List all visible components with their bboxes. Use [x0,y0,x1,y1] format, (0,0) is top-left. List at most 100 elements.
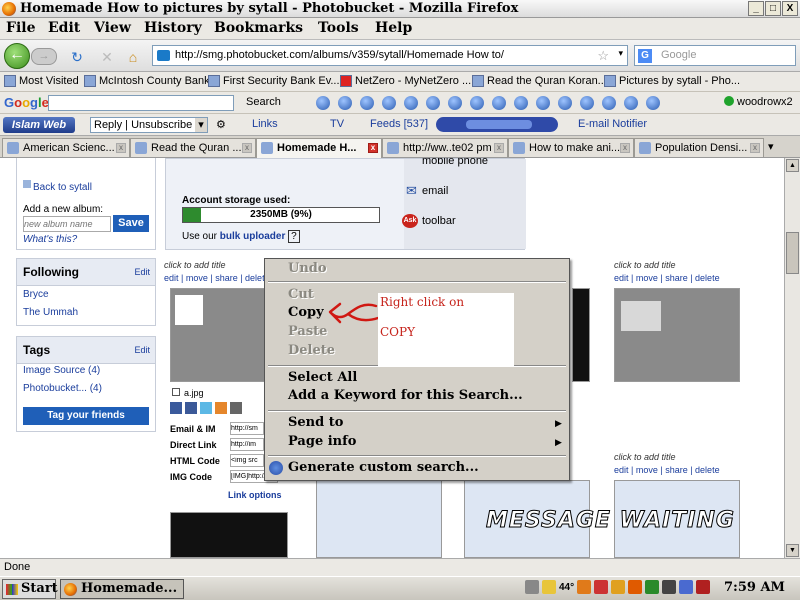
bookmark-first-security[interactable]: First Security Bank Ev... [208,75,340,87]
photo-thumbnail[interactable] [316,480,442,558]
url-bar[interactable]: http://smg.photobucket.com/albums/v359/s… [152,45,628,66]
facebook-icon[interactable] [185,402,197,414]
tab-read-quran[interactable]: Read the Quran ... x [130,138,256,157]
menu-generate-custom-search[interactable]: Generate custom search... [288,460,479,475]
maximize-button[interactable]: □ [765,1,781,16]
toolbar-globe-icon[interactable] [580,96,594,110]
tag-item[interactable]: Image Source (4) [23,365,100,376]
google-toolbar-input[interactable] [48,95,234,111]
photo-title[interactable]: click to add title [614,452,740,462]
google-search-button[interactable]: Search [246,96,281,108]
toolbar-globe-icon[interactable] [470,96,484,110]
forward-button[interactable]: → [31,48,57,65]
following-edit-link[interactable]: Edit [134,267,150,277]
following-item[interactable]: The Ummah [23,307,78,318]
list-all-tabs-icon[interactable]: ▾ [768,140,774,153]
start-button[interactable]: Start [2,579,58,599]
tray-icon[interactable] [679,580,694,594]
photo-actions[interactable]: edit | move | share | delete [614,465,740,475]
menu-edit[interactable]: Edit [48,20,80,36]
toolbar-globe-icon[interactable] [316,96,330,110]
toolbar-globe-icon[interactable] [404,96,418,110]
islamweb-logo[interactable]: Islam Web 2.0 [3,117,75,147]
scrollbar-thumb[interactable] [786,232,799,274]
menu-select-all[interactable]: Select All [288,370,357,385]
close-tab-icon[interactable]: x [116,143,126,153]
toolbar-globe-icon[interactable] [602,96,616,110]
close-tab-icon[interactable]: x [620,143,630,153]
menu-help[interactable]: Help [375,20,412,36]
toolbar-globe-icon[interactable] [536,96,550,110]
reply-unsubscribe-select[interactable]: Reply | Unsubscribe [90,117,208,133]
menu-history[interactable]: History [144,20,202,36]
tray-icon[interactable] [628,580,643,594]
media-progress-track[interactable] [466,120,532,129]
minimize-button[interactable]: _ [748,1,764,16]
google-search-engine-icon[interactable]: G [638,49,652,63]
scroll-down-arrow[interactable]: ▼ [786,544,799,557]
link-options-link[interactable]: Link options [228,490,282,500]
myspace-icon[interactable] [170,402,182,414]
toolbar-globe-icon[interactable] [558,96,572,110]
photo-thumbnail[interactable] [614,288,740,382]
toolbar-globe-icon[interactable] [360,96,374,110]
menu-add-keyword[interactable]: Add a Keyword for this Search... [288,388,523,403]
help-tray-icon[interactable] [525,580,539,594]
media-player-bar[interactable] [436,117,558,132]
menu-file[interactable]: File [6,20,35,36]
toolbar-globe-icon[interactable] [646,96,660,110]
taskbar-firefox-item[interactable]: Homemade... [60,579,184,599]
tag-your-friends-button[interactable]: Tag your friends [23,407,149,425]
tab-http-te02[interactable]: http://ww..te02 pm x [382,138,508,157]
toolbar-globe-icon[interactable] [448,96,462,110]
settings-gear-icon[interactable]: ⚙ [216,118,226,131]
menu-copy[interactable]: Copy [288,305,324,320]
bookmark-mcintosh-bank[interactable]: McIntosh County Bank [84,75,210,87]
search-input[interactable]: G Google [634,45,796,66]
album-name-input[interactable] [23,216,111,232]
option-toolbar[interactable]: toolbar [422,215,456,227]
photo-actions[interactable]: edit | move | share | delete [614,273,740,283]
more-share-icon[interactable] [230,402,242,414]
home-icon[interactable]: ⌂ [124,48,142,66]
menu-send-to[interactable]: Send to [288,415,343,430]
tab-american-science[interactable]: American Scienc... x [2,138,130,157]
menu-page-info[interactable]: Page info [288,434,356,449]
following-item[interactable]: Bryce [23,289,49,300]
bookmark-read-quran[interactable]: Read the Quran Koran... [472,75,607,87]
google-logo[interactable]: Google [4,95,49,110]
toolbar-globe-icon[interactable] [426,96,440,110]
blogger-icon[interactable] [215,402,227,414]
stop-icon[interactable]: ✕ [98,48,116,66]
links-menu[interactable]: Links [252,118,278,130]
whats-this-link[interactable]: What's this? [23,234,77,245]
back-button[interactable]: ← [4,43,30,69]
close-button[interactable]: X [782,1,798,16]
photo-title[interactable]: click to add title [614,260,740,270]
back-to-sytall-link[interactable]: Back to sytall [33,182,92,193]
photo-thumbnail[interactable] [170,512,288,558]
link-code-field[interactable] [230,422,264,435]
menu-view[interactable]: View [94,20,131,36]
close-tab-icon[interactable]: x [494,143,504,153]
toolbar-globe-icon[interactable] [382,96,396,110]
option-mobile-phone[interactable]: mobile phone [422,158,488,167]
save-button[interactable]: Save [113,215,149,232]
close-tab-icon[interactable]: x [368,143,378,153]
photo-thumbnail[interactable] [572,288,590,382]
tag-item[interactable]: Photobucket... (4) [23,383,102,394]
tray-icon[interactable] [577,580,592,594]
tags-edit-link[interactable]: Edit [134,345,150,355]
google-user[interactable]: woodrowx2 [724,96,793,108]
scroll-up-arrow[interactable]: ▲ [786,159,799,172]
bookmark-pictures-sytall[interactable]: Pictures by sytall - Pho... [604,75,740,87]
bookmark-most-visited[interactable]: Most Visited [4,75,79,87]
menu-bookmarks[interactable]: Bookmarks [214,20,303,36]
tray-icon[interactable] [611,580,626,594]
tray-icon[interactable] [594,580,609,594]
select-checkbox[interactable] [172,388,180,396]
tray-icon[interactable] [662,580,677,594]
tray-icon[interactable] [696,580,711,594]
toolbar-globe-icon[interactable] [624,96,638,110]
toolbar-globe-icon[interactable] [338,96,352,110]
